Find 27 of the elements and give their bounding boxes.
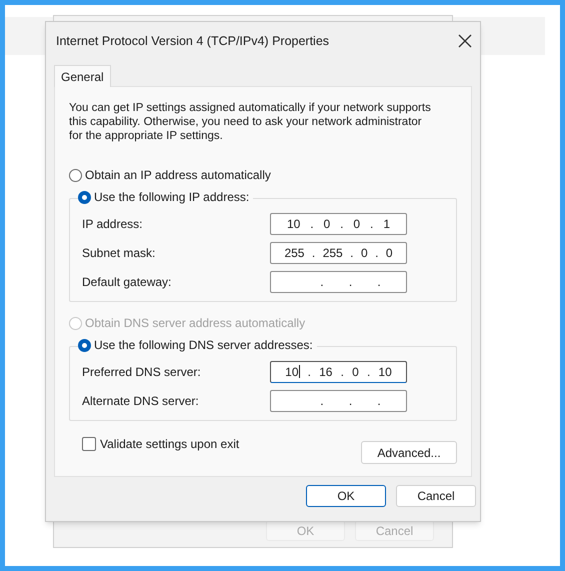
ip-address-field[interactable]: 255 . 255 . 0 . 0 [270,242,407,264]
radio-button[interactable] [78,338,91,352]
field-label: IP address: [82,216,142,232]
radio-label: Use the following IP address: [94,189,250,206]
ip-address-field[interactable]: 10 . 0 . 0 . 1 [270,212,407,234]
radio-button[interactable] [69,168,82,182]
ip-address-field[interactable]: . . . [270,390,407,412]
ip-address-field[interactable]: . . . [270,270,407,292]
field-label: Preferred DNS server: [82,364,201,380]
radio-label: Use the following DNS server addresses: [94,337,313,354]
field-label: Default gateway: [82,274,172,290]
radio-label: Obtain DNS server address automatically [85,315,306,332]
checkbox[interactable] [82,437,96,451]
text-cursor [298,365,300,378]
dialog-button[interactable]: Cancel [396,485,476,507]
description-text: You can get IP settings assigned automatically if your network supports this capability. Otherwise, you need to ask your network administrator for the appropriate IP settings. [69,101,432,143]
dialog-button[interactable]: OK [306,485,386,507]
radio-button[interactable] [78,190,91,204]
tab[interactable]: General [54,65,111,87]
radio-label: Obtain an IP address automatically [85,167,271,184]
window-title: Internet Protocol Version 4 (TCP/IPv4) Properties [56,32,330,50]
ip-address-field[interactable]: 10 . 16 . 0 . 10 [270,360,407,382]
field-label: Subnet mask: [82,244,156,262]
advanced-button[interactable]: Advanced... [361,441,457,464]
close-icon[interactable] [458,34,472,48]
checkbox-label: Validate settings upon exit [100,436,240,453]
field-label: Alternate DNS server: [82,392,199,410]
